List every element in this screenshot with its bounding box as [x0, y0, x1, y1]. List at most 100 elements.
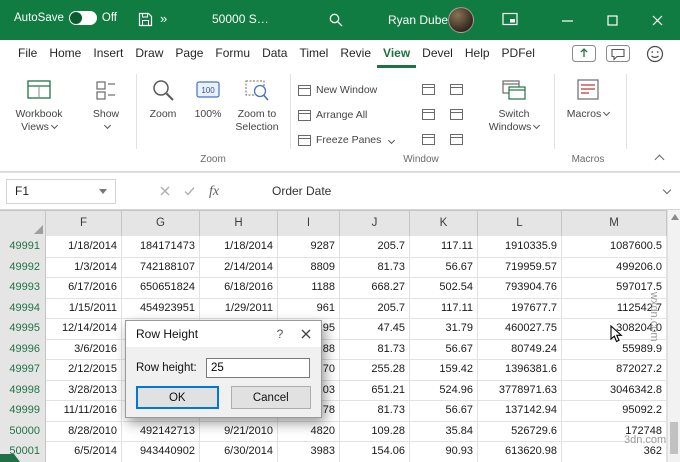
cell[interactable]: 650651824	[122, 277, 200, 299]
cell[interactable]: 1/15/2011	[46, 298, 122, 320]
view-side-by-side-icon[interactable]	[450, 84, 463, 95]
cell[interactable]: 1087600.5	[562, 236, 667, 258]
workbook-views-button[interactable]: Workbook Views	[6, 76, 72, 134]
cell[interactable]: 1/29/2011	[200, 298, 278, 320]
dialog-help-button[interactable]: ?	[269, 327, 291, 341]
cell[interactable]: 4820	[278, 421, 340, 443]
zoom-to-selection-button[interactable]: Zoom to Selection	[230, 76, 284, 134]
collapse-ribbon-icon[interactable]	[655, 155, 665, 165]
cell[interactable]: 12/14/2014	[46, 318, 122, 340]
row-header-50000[interactable]: 50000	[0, 421, 46, 443]
save-icon[interactable]	[138, 12, 153, 32]
cell[interactable]: 3046342.8	[562, 380, 667, 402]
search-icon[interactable]	[328, 12, 344, 33]
cell[interactable]: 159.42	[410, 359, 478, 381]
cell[interactable]: 47.45	[340, 318, 410, 340]
dialog-close-icon[interactable]	[291, 321, 321, 347]
tab-data[interactable]: Data	[256, 40, 293, 68]
cell[interactable]: 454923951	[122, 298, 200, 320]
cell[interactable]: 197677.7	[478, 298, 562, 320]
cell[interactable]: 1/18/2014	[46, 236, 122, 258]
show-button[interactable]: Show	[84, 76, 128, 134]
cell[interactable]: 492142713	[122, 421, 200, 443]
cell[interactable]: 1188	[278, 277, 340, 299]
cell[interactable]: 11/11/2016	[46, 400, 122, 422]
cell[interactable]: 3778971.63	[478, 380, 562, 402]
tab-insert[interactable]: Insert	[87, 40, 129, 68]
cell[interactable]: 184171473	[122, 236, 200, 258]
cell[interactable]: 56.67	[410, 257, 478, 279]
tab-file[interactable]: File	[12, 40, 43, 68]
cell[interactable]: 742188107	[122, 257, 200, 279]
cell[interactable]: 6/17/2016	[46, 277, 122, 299]
cell[interactable]: 1/18/2014	[200, 236, 278, 258]
cell[interactable]: 80749.24	[478, 339, 562, 361]
maximize-button[interactable]	[590, 0, 635, 40]
cell[interactable]: 460027.75	[478, 318, 562, 340]
tab-devel[interactable]: Devel	[416, 40, 459, 68]
feedback-smiley-icon[interactable]	[646, 45, 664, 68]
cell[interactable]: 95092.2	[562, 400, 667, 422]
minimize-button[interactable]	[545, 0, 590, 40]
row-header-49997[interactable]: 49997	[0, 359, 46, 381]
cell[interactable]: 3983	[278, 441, 340, 462]
name-box[interactable]: F1	[6, 179, 116, 204]
cell[interactable]: 8809	[278, 257, 340, 279]
expand-formula-bar-icon[interactable]	[663, 186, 671, 194]
tab-draw[interactable]: Draw	[129, 40, 169, 68]
cell[interactable]: 255.28	[340, 359, 410, 381]
column-header-g[interactable]: G	[122, 210, 200, 237]
cell[interactable]: 81.73	[340, 339, 410, 361]
formula-content[interactable]: Order Date	[272, 184, 331, 198]
ribbon-display-options-icon[interactable]	[502, 12, 518, 31]
row-header-49992[interactable]: 49992	[0, 257, 46, 279]
cell[interactable]: 56.67	[410, 400, 478, 422]
tab-pdfel[interactable]: PDFel	[496, 40, 541, 68]
column-header-j[interactable]: J	[340, 210, 410, 237]
cell[interactable]: 31.79	[410, 318, 478, 340]
cell[interactable]: 2/12/2015	[46, 359, 122, 381]
tab-timel[interactable]: Timel	[293, 40, 334, 68]
zoom-button[interactable]: Zoom	[142, 76, 184, 121]
row-header-49995[interactable]: 49995	[0, 318, 46, 340]
cell[interactable]: 117.11	[410, 236, 478, 258]
reset-window-position-icon[interactable]	[450, 134, 463, 145]
zoom-100-button[interactable]: 100 100%	[188, 76, 228, 121]
quick-access-overflow-icon[interactable]: »	[160, 11, 166, 26]
row-header-49996[interactable]: 49996	[0, 339, 46, 361]
freeze-panes-button[interactable]: Freeze Panes	[298, 130, 394, 150]
hide-icon[interactable]	[422, 109, 435, 120]
cell[interactable]: 524.96	[410, 380, 478, 402]
cell[interactable]: 719959.57	[478, 257, 562, 279]
tab-page[interactable]: Page	[169, 40, 209, 68]
autosave-switch-icon[interactable]	[69, 11, 97, 25]
cell[interactable]: 3/28/2013	[46, 380, 122, 402]
cell[interactable]: 526729.6	[478, 421, 562, 443]
cell[interactable]: 502.54	[410, 277, 478, 299]
cell[interactable]: 961	[278, 298, 340, 320]
scroll-up-icon[interactable]	[671, 214, 679, 220]
cell[interactable]: 1396381.6	[478, 359, 562, 381]
row-header-49991[interactable]: 49991	[0, 236, 46, 258]
cell[interactable]: 6/5/2014	[46, 441, 122, 462]
synchronous-scrolling-icon[interactable]	[450, 109, 463, 120]
column-header-m[interactable]: M	[562, 210, 667, 237]
enter-entry-icon[interactable]	[184, 183, 195, 201]
cell[interactable]: 8/28/2010	[46, 421, 122, 443]
cell[interactable]: 6/18/2016	[200, 277, 278, 299]
cancel-button[interactable]: Cancel	[231, 386, 312, 409]
cell[interactable]: 943440902	[122, 441, 200, 462]
cell[interactable]: 9/21/2010	[200, 421, 278, 443]
tab-formu[interactable]: Formu	[209, 40, 256, 68]
comments-icon[interactable]	[606, 45, 630, 67]
row-header-49998[interactable]: 49998	[0, 380, 46, 402]
row-header-49993[interactable]: 49993	[0, 277, 46, 299]
cell[interactable]: 872027.2	[562, 359, 667, 381]
tab-view[interactable]: View	[377, 40, 416, 68]
cell[interactable]: 499206.0	[562, 257, 667, 279]
unhide-icon[interactable]	[422, 134, 435, 145]
cell[interactable]: 613620.98	[478, 441, 562, 462]
close-button[interactable]	[635, 0, 680, 40]
macros-button[interactable]: Macros	[562, 76, 614, 121]
cell[interactable]: 6/30/2014	[200, 441, 278, 462]
